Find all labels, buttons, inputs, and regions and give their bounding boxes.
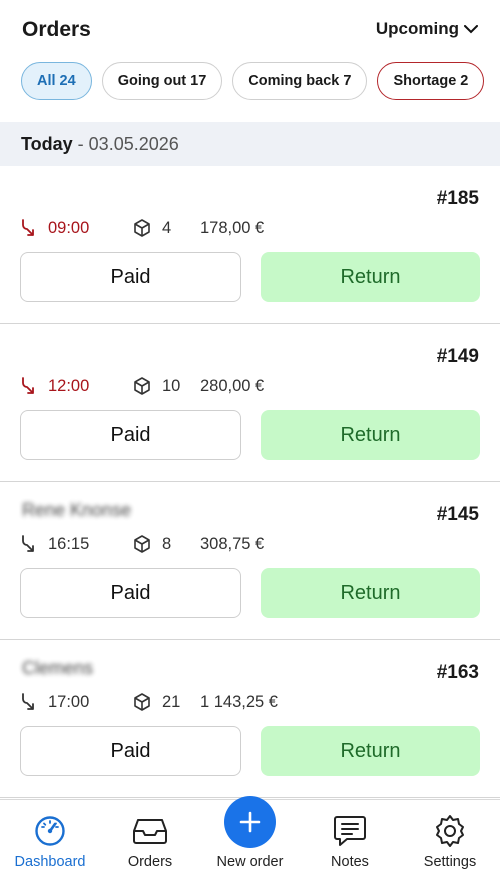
order-actions: Paid Return (20, 252, 480, 302)
tab-notes-label: Notes (331, 854, 369, 870)
order-time: 16:15 (48, 534, 90, 553)
day-separator: - (77, 133, 84, 154)
order-actions: Paid Return (20, 726, 480, 776)
tab-settings[interactable]: Settings (400, 800, 500, 885)
order-time: 17:00 (48, 692, 90, 711)
return-arrow-icon (20, 376, 38, 396)
order-card[interactable]: #149 12:00 10 280,00 € Paid Return (0, 324, 500, 482)
filter-chips: All 24 Going out 17 Coming back 7 Shorta… (0, 58, 500, 122)
tab-new-order-label: New order (216, 854, 284, 870)
gauge-icon (35, 816, 65, 846)
plus-icon (239, 811, 261, 833)
tab-settings-label: Settings (423, 854, 477, 870)
order-number: #163 (436, 662, 479, 683)
return-button[interactable]: Return (261, 726, 480, 776)
chat-icon (334, 816, 366, 846)
day-date: 03.05.2026 (88, 133, 179, 154)
order-card[interactable]: Clemens #163 17:00 21 1 143,25 € Paid Return (0, 640, 500, 798)
page-title: Orders (22, 18, 91, 41)
order-number: #145 (436, 504, 479, 525)
range-dropdown[interactable]: Upcoming (376, 19, 478, 39)
tab-notes[interactable]: Notes (300, 800, 400, 885)
gear-icon (436, 815, 464, 847)
day-section-header: Today - 03.05.2026 (0, 122, 500, 166)
order-meta: 12:00 10 280,00 € (20, 376, 264, 396)
customer-name: Clemens (22, 658, 94, 678)
order-list: #185 09:00 4 178,00 € Paid Return #149 12:00 10 2… (0, 166, 500, 798)
order-number: #149 (436, 346, 479, 367)
range-dropdown-label: Upcoming (375, 19, 459, 38)
order-amount: 1 143,25 € (200, 692, 278, 711)
package-icon (132, 692, 152, 712)
new-order-button[interactable] (224, 796, 276, 848)
tab-dashboard-label: Dashboard (14, 854, 86, 870)
paid-button[interactable]: Paid (20, 568, 241, 618)
filter-chip-shortage[interactable]: Shortage 2 (377, 62, 485, 100)
return-arrow-icon (20, 218, 38, 238)
package-icon (132, 218, 152, 238)
order-amount: 280,00 € (200, 376, 265, 395)
return-button[interactable]: Return (261, 252, 480, 302)
return-arrow-icon (20, 534, 38, 554)
return-arrow-icon (20, 692, 38, 712)
order-card[interactable]: Rene Knonse #145 16:15 8 308,75 € Paid Return (0, 482, 500, 640)
paid-button[interactable]: Paid (20, 726, 241, 776)
filter-chip-going-out[interactable]: Going out 17 (101, 62, 223, 100)
inbox-icon (133, 819, 167, 844)
item-count: 10 (162, 376, 181, 395)
item-count: 21 (162, 692, 181, 711)
order-amount: 178,00 € (200, 218, 265, 237)
return-button[interactable]: Return (261, 568, 480, 618)
day-label: Today (21, 133, 73, 154)
order-amount: 308,75 € (200, 534, 265, 553)
package-icon (132, 376, 152, 396)
order-time: 12:00 (48, 376, 90, 395)
order-number: #185 (436, 188, 479, 209)
order-meta: 09:00 4 178,00 € (20, 218, 264, 238)
chevron-down-icon (464, 24, 478, 33)
order-actions: Paid Return (20, 410, 480, 460)
paid-button[interactable]: Paid (20, 410, 241, 460)
customer-name: Rene Knonse (22, 500, 132, 520)
item-count: 8 (162, 534, 172, 553)
order-actions: Paid Return (20, 568, 480, 618)
order-meta: 16:15 8 308,75 € (20, 534, 264, 554)
item-count: 4 (162, 218, 172, 237)
tab-new-order[interactable]: New order (200, 796, 300, 885)
order-time: 09:00 (48, 218, 90, 237)
package-icon (132, 534, 152, 554)
filter-chip-all[interactable]: All 24 (21, 62, 92, 100)
filter-chip-coming-back[interactable]: Coming back 7 (232, 62, 368, 100)
tab-orders-label: Orders (127, 854, 173, 870)
order-card[interactable]: #185 09:00 4 178,00 € Paid Return (0, 166, 500, 324)
bottom-tab-bar: Dashboard Orders New order Notes Setting… (0, 796, 500, 885)
tab-dashboard[interactable]: Dashboard (0, 800, 100, 885)
top-header: Orders Upcoming (0, 0, 500, 58)
paid-button[interactable]: Paid (20, 252, 241, 302)
tab-orders[interactable]: Orders (100, 800, 200, 885)
return-button[interactable]: Return (261, 410, 480, 460)
order-meta: 17:00 21 1 143,25 € (20, 692, 278, 712)
